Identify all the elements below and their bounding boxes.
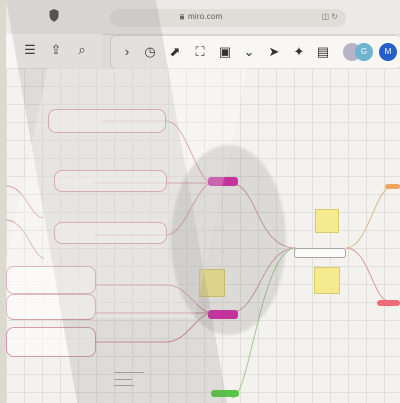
photo-frame: miro.com ◫ ↻ ☰ ⇪ ⌕ › ◷ ⬈ ⛶ ▣ ⌄ ➤ ✦ ▤ G M xyxy=(0,0,400,403)
orange-node[interactable] xyxy=(385,184,400,189)
page-icon[interactable]: ▣ xyxy=(217,44,233,60)
export-icon[interactable]: ⬈ xyxy=(167,44,183,60)
cursor-icon[interactable]: ➤ xyxy=(266,44,282,60)
miro-screen: miro.com ◫ ↻ ☰ ⇪ ⌕ › ◷ ⬈ ⛶ ▣ ⌄ ➤ ✦ ▤ G M xyxy=(6,0,400,403)
page-actions[interactable]: ◫ ↻ xyxy=(322,12,338,21)
sticky-note[interactable] xyxy=(315,209,339,233)
fullscreen-icon[interactable]: ⛶ xyxy=(192,44,208,60)
url-text: miro.com xyxy=(188,12,223,21)
photo-shadow xyxy=(171,145,286,335)
celebration-icon[interactable]: ✦ xyxy=(291,44,307,60)
lock-icon xyxy=(180,13,184,20)
comment-icon[interactable]: ▤ xyxy=(315,44,331,60)
chevron-down-icon[interactable]: ⌄ xyxy=(241,44,257,60)
pink-node[interactable] xyxy=(377,300,400,306)
avatar-m[interactable]: M xyxy=(379,43,397,61)
central-node[interactable] xyxy=(294,248,346,258)
sticky-note[interactable] xyxy=(314,267,340,294)
avatar-g[interactable]: G xyxy=(355,43,373,61)
